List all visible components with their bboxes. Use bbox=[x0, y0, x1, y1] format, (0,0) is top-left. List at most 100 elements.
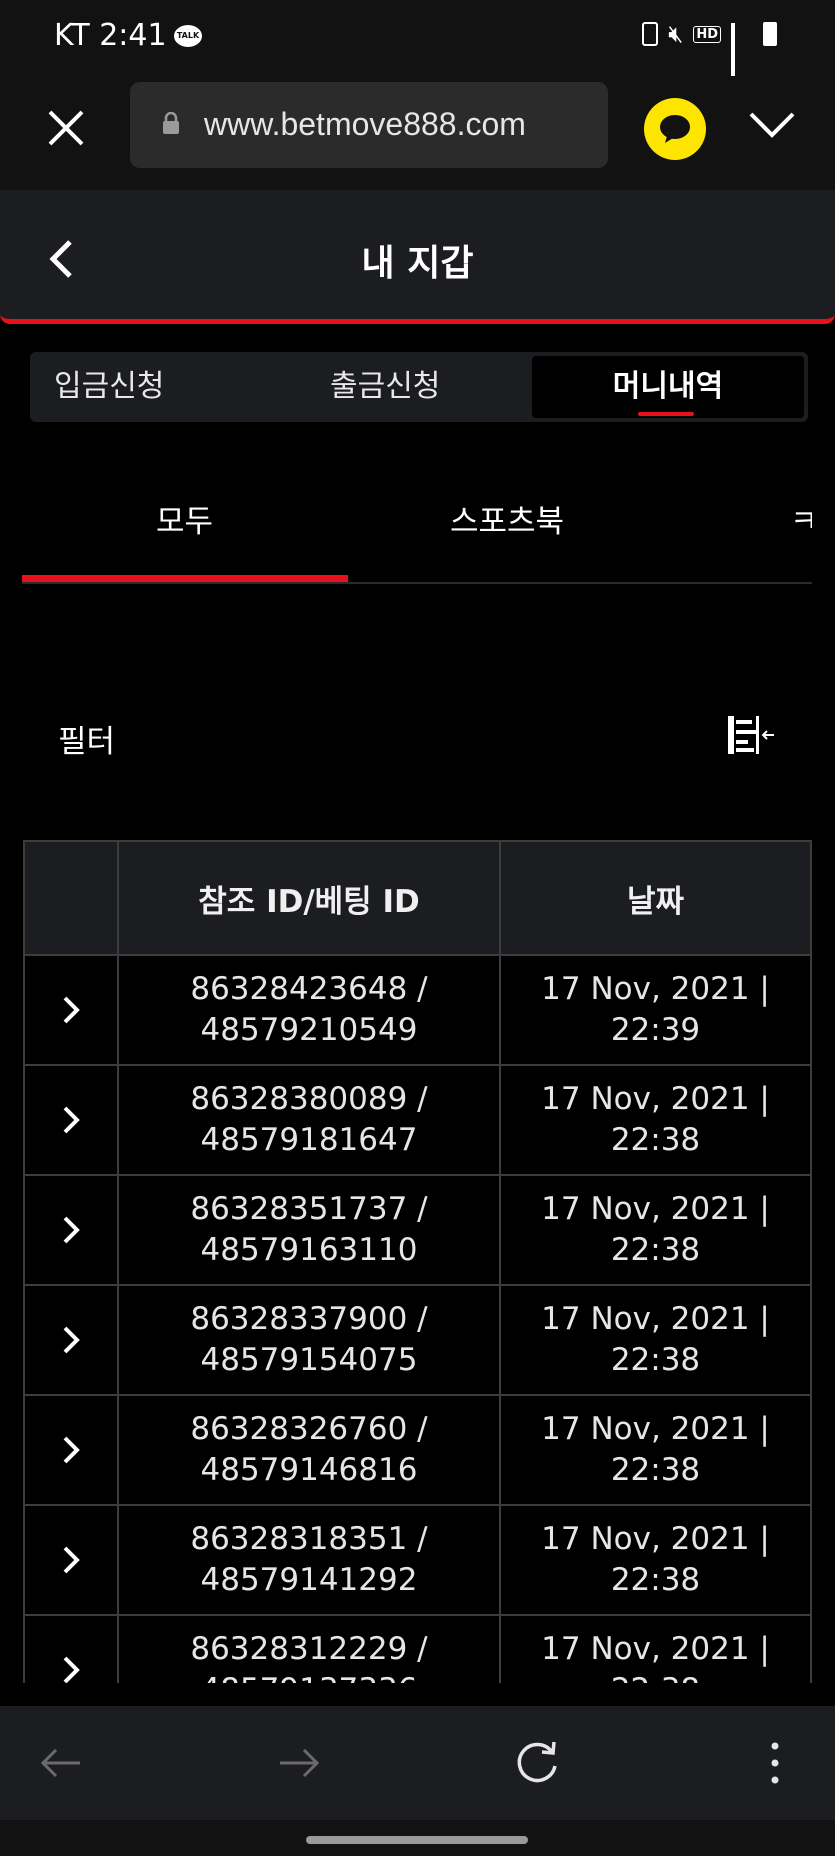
chevron-right-icon[interactable] bbox=[61, 1544, 81, 1576]
table-row[interactable]: 86328337900 / 48579154075 17 Nov, 2021 | 22… bbox=[23, 1284, 812, 1394]
page-title: 내 지갑 bbox=[361, 243, 474, 284]
row-expand-cell[interactable] bbox=[25, 954, 119, 1064]
date: 17 Nov, 2021 | bbox=[541, 1191, 770, 1227]
column-header-ref-id: 참조 ID/베팅 ID bbox=[119, 840, 501, 954]
column-header-date: 날짜 bbox=[501, 840, 812, 954]
ref-bet-id-cell: 86328312229 / 48579137336 bbox=[119, 1614, 501, 1683]
refresh-icon[interactable] bbox=[512, 1738, 562, 1788]
tab-money-history-label: 머니내역 bbox=[612, 369, 724, 404]
tab-sportsbook[interactable]: 스포츠북 bbox=[450, 496, 564, 541]
bet-id: 48579141292 bbox=[200, 1562, 418, 1598]
time: 22:38 bbox=[610, 1342, 701, 1378]
date: 17 Nov, 2021 | bbox=[541, 1521, 770, 1557]
ref-bet-id-cell: 86328318351 / 48579141292 bbox=[119, 1504, 501, 1614]
ref-bet-id-cell: 86328380089 / 48579181647 bbox=[119, 1064, 501, 1174]
ref-id: 86328351737 / bbox=[190, 1191, 428, 1227]
bet-id: 48579210549 bbox=[200, 1012, 418, 1048]
table-header: 참조 ID/베팅 ID 날짜 bbox=[23, 840, 812, 954]
chevron-right-icon[interactable] bbox=[61, 1214, 81, 1246]
forward-icon[interactable] bbox=[274, 1738, 324, 1788]
wallet-tabs: 입금신청 출금신청 머니내역 bbox=[30, 352, 808, 422]
kakao-chat-button[interactable] bbox=[644, 98, 706, 160]
row-expand-cell[interactable] bbox=[25, 1064, 119, 1174]
bet-id: 48579154075 bbox=[200, 1342, 418, 1378]
chevron-right-icon[interactable] bbox=[61, 1434, 81, 1466]
tab-withdraw-request[interactable]: 출금신청 bbox=[330, 352, 440, 422]
row-expand-cell[interactable] bbox=[25, 1614, 119, 1683]
date: 17 Nov, 2021 | bbox=[541, 1301, 770, 1337]
ref-id: 86328380089 / bbox=[190, 1081, 428, 1117]
date-cell: 17 Nov, 2021 | 22:38 bbox=[501, 1064, 812, 1174]
url-text: www.betmove888.com bbox=[204, 106, 526, 142]
date: 17 Nov, 2021 | bbox=[541, 971, 770, 1007]
chevron-right-icon[interactable] bbox=[61, 1104, 81, 1136]
time: 22:39 bbox=[610, 1012, 701, 1048]
tab-all[interactable]: 모두 bbox=[156, 496, 213, 541]
battery-icon bbox=[763, 22, 777, 46]
tabs-baseline bbox=[22, 582, 812, 584]
ref-id: 86328423648 / bbox=[190, 971, 428, 1007]
browser-bottom-nav bbox=[0, 1706, 835, 1820]
wifi-hd-icon: HD bbox=[693, 25, 721, 43]
chevron-right-icon[interactable] bbox=[61, 1654, 81, 1683]
ref-id: 86328337900 / bbox=[190, 1301, 428, 1337]
category-tabs: 모두 스포츠북 ㅋ bbox=[22, 470, 812, 586]
ref-id: 86328326760 / bbox=[190, 1411, 428, 1447]
filter-label: 필터 bbox=[58, 724, 116, 760]
row-expand-cell[interactable] bbox=[25, 1394, 119, 1504]
bet-id: 48579137336 bbox=[190, 1670, 427, 1683]
date-cell: 17 Nov, 2021 | 22:38 bbox=[501, 1174, 812, 1284]
date-cell: 17 Nov, 2021 | 22:39 bbox=[501, 954, 812, 1064]
chevron-right-icon[interactable] bbox=[61, 1324, 81, 1356]
chevron-down-icon[interactable] bbox=[748, 110, 796, 140]
ref-id: 86328318351 / bbox=[190, 1521, 428, 1557]
table-row[interactable]: 86328351737 / 48579163110 17 Nov, 2021 | 22… bbox=[23, 1174, 812, 1284]
ref-bet-id-cell: 86328337900 / 48579154075 bbox=[119, 1284, 501, 1394]
time: 22:38 bbox=[610, 1122, 701, 1158]
time: 22:38 bbox=[610, 1452, 701, 1488]
active-tab-indicator bbox=[22, 575, 348, 582]
status-icons: 🔇︎ HD bbox=[642, 20, 777, 78]
kakaotalk-notification-icon: TALK bbox=[174, 25, 202, 47]
ref-bet-id-cell: 86328423648 / 48579210549 bbox=[119, 954, 501, 1064]
bet-id: 48579163110 bbox=[200, 1232, 418, 1268]
table-row[interactable]: 86328318351 / 48579141292 17 Nov, 2021 | 22… bbox=[23, 1504, 812, 1614]
date-cell: 17 Nov, 2021 | 22:38 bbox=[501, 1284, 812, 1394]
url-bar[interactable]: www.betmove888.com bbox=[130, 82, 608, 168]
chevron-right-icon[interactable] bbox=[61, 994, 81, 1026]
tab-money-history[interactable]: 머니내역 bbox=[532, 356, 804, 418]
active-tab-underline bbox=[638, 412, 694, 416]
date: 17 Nov, 2021 | bbox=[541, 1081, 770, 1117]
status-bar: KT 2:41 TALK 🔇︎ HD bbox=[0, 0, 835, 78]
lock-icon bbox=[163, 112, 179, 134]
date-cell: 17 Nov, 2021 | 22:38 bbox=[501, 1394, 812, 1504]
table-row[interactable]: 86328312229 / 48579137336 17 Nov, 2021 | 22… bbox=[23, 1614, 812, 1683]
table-row[interactable]: 86328423648 / 48579210549 17 Nov, 2021 | 22… bbox=[23, 954, 812, 1064]
tab-deposit-request[interactable]: 입금신청 bbox=[54, 352, 164, 422]
tab-cut-off[interactable]: ㅋ bbox=[790, 496, 812, 541]
row-expand-cell[interactable] bbox=[25, 1284, 119, 1394]
date: 17 Nov, 2021 | bbox=[541, 1411, 770, 1447]
time: 22:38 bbox=[610, 1232, 701, 1268]
bet-id: 48579146816 bbox=[200, 1452, 418, 1488]
money-history-table: 참조 ID/베팅 ID 날짜 86328423648 / 48579210549 1… bbox=[23, 840, 812, 1683]
table-row[interactable]: 86328380089 / 48579181647 17 Nov, 2021 | 22… bbox=[23, 1064, 812, 1174]
date-cell: 17 Nov, 2021 | 22:38 bbox=[501, 1504, 812, 1614]
more-menu-icon[interactable] bbox=[750, 1738, 800, 1788]
time: 22:38 bbox=[610, 1562, 701, 1598]
time: 22:38 bbox=[541, 1670, 770, 1683]
ref-id: 86328312229 / bbox=[190, 1631, 428, 1667]
carrier-time: KT 2:41 bbox=[54, 18, 167, 53]
mute-icon: 🔇︎ bbox=[668, 20, 684, 48]
table-row[interactable]: 86328326760 / 48579146816 17 Nov, 2021 | 22… bbox=[23, 1394, 812, 1504]
signal-icon bbox=[731, 23, 753, 78]
close-icon[interactable] bbox=[44, 106, 88, 150]
sim-icon bbox=[642, 22, 659, 46]
ref-bet-id-cell: 86328351737 / 48579163110 bbox=[119, 1174, 501, 1284]
back-icon[interactable] bbox=[36, 1738, 86, 1788]
row-expand-cell[interactable] bbox=[25, 1174, 119, 1284]
date-cell: 17 Nov, 2021 | 22:38 bbox=[501, 1614, 812, 1683]
filter-collapse-icon[interactable] bbox=[726, 714, 776, 756]
row-expand-cell[interactable] bbox=[25, 1504, 119, 1614]
home-indicator[interactable] bbox=[306, 1836, 528, 1844]
